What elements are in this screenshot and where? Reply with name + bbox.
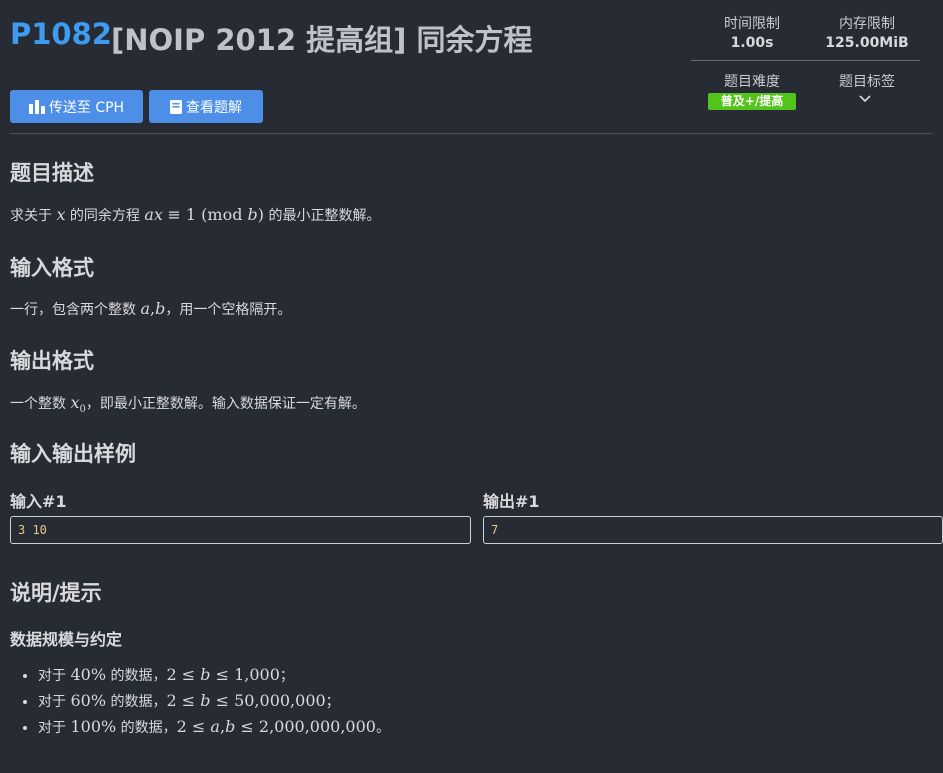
list-item: 对于 60% 的数据，2 ≤ b ≤ 50,000,000； (38, 689, 390, 714)
difficulty-badge[interactable]: 普及+/提高 (708, 93, 796, 110)
time-limit-value: 1.00s (730, 35, 774, 51)
input-format-text: 一行，包含两个整数 a,b，用一个空格隔开。 (10, 299, 292, 318)
description-heading: 题目描述 (10, 161, 94, 185)
stats-divider (691, 60, 920, 61)
list-item: 对于 40% 的数据，2 ≤ b ≤ 1,000； (38, 663, 390, 688)
sample-input-box[interactable]: 3 10 (10, 516, 471, 544)
sample-output-box[interactable]: 7 (483, 516, 943, 544)
problem-id: P1082 (10, 17, 112, 51)
bar-chart-icon (28, 99, 45, 114)
problem-title: [NOIP 2012 提高组] 同余方程 (111, 23, 533, 57)
output-format-text: 一个整数 x0，即最小正整数解。输入数据保证一定有解。 (10, 393, 366, 415)
difficulty-label: 题目难度 (724, 74, 780, 90)
memory-limit-value: 125.00MiB (825, 35, 909, 51)
time-limit-label: 时间限制 (724, 16, 780, 32)
send-to-cph-label: 传送至 CPH (48, 99, 125, 116)
list-item: 对于 100% 的数据，2 ≤ a,b ≤ 2,000,000,000。 (38, 715, 390, 740)
header-divider (10, 133, 933, 134)
view-solutions-label: 查看题解 (186, 99, 242, 116)
memory-limit-label: 内存限制 (839, 16, 895, 32)
input-format-heading: 输入格式 (10, 256, 94, 280)
sample-input-label: 输入#1 (10, 492, 67, 511)
samples-heading: 输入输出样例 (10, 442, 136, 466)
description-text: 求关于 x 的同余方程 ax ≡ 1 (mod b) 的最小正整数解。 (10, 205, 381, 224)
output-format-heading: 输出格式 (10, 349, 94, 373)
chevron-down-icon[interactable] (859, 94, 871, 104)
view-solutions-button[interactable]: 查看题解 (149, 90, 263, 123)
constraints-list: 对于 40% 的数据，2 ≤ b ≤ 1,000； 对于 60% 的数据，2 ≤… (10, 663, 390, 741)
constraints-heading: 数据规模与约定 (10, 630, 123, 649)
tags-label[interactable]: 题目标签 (812, 71, 922, 91)
send-to-cph-button[interactable]: 传送至 CPH (10, 90, 143, 123)
hint-heading: 说明/提示 (10, 581, 102, 605)
sample-output-label: 输出#1 (483, 492, 540, 511)
book-icon (170, 99, 182, 114)
